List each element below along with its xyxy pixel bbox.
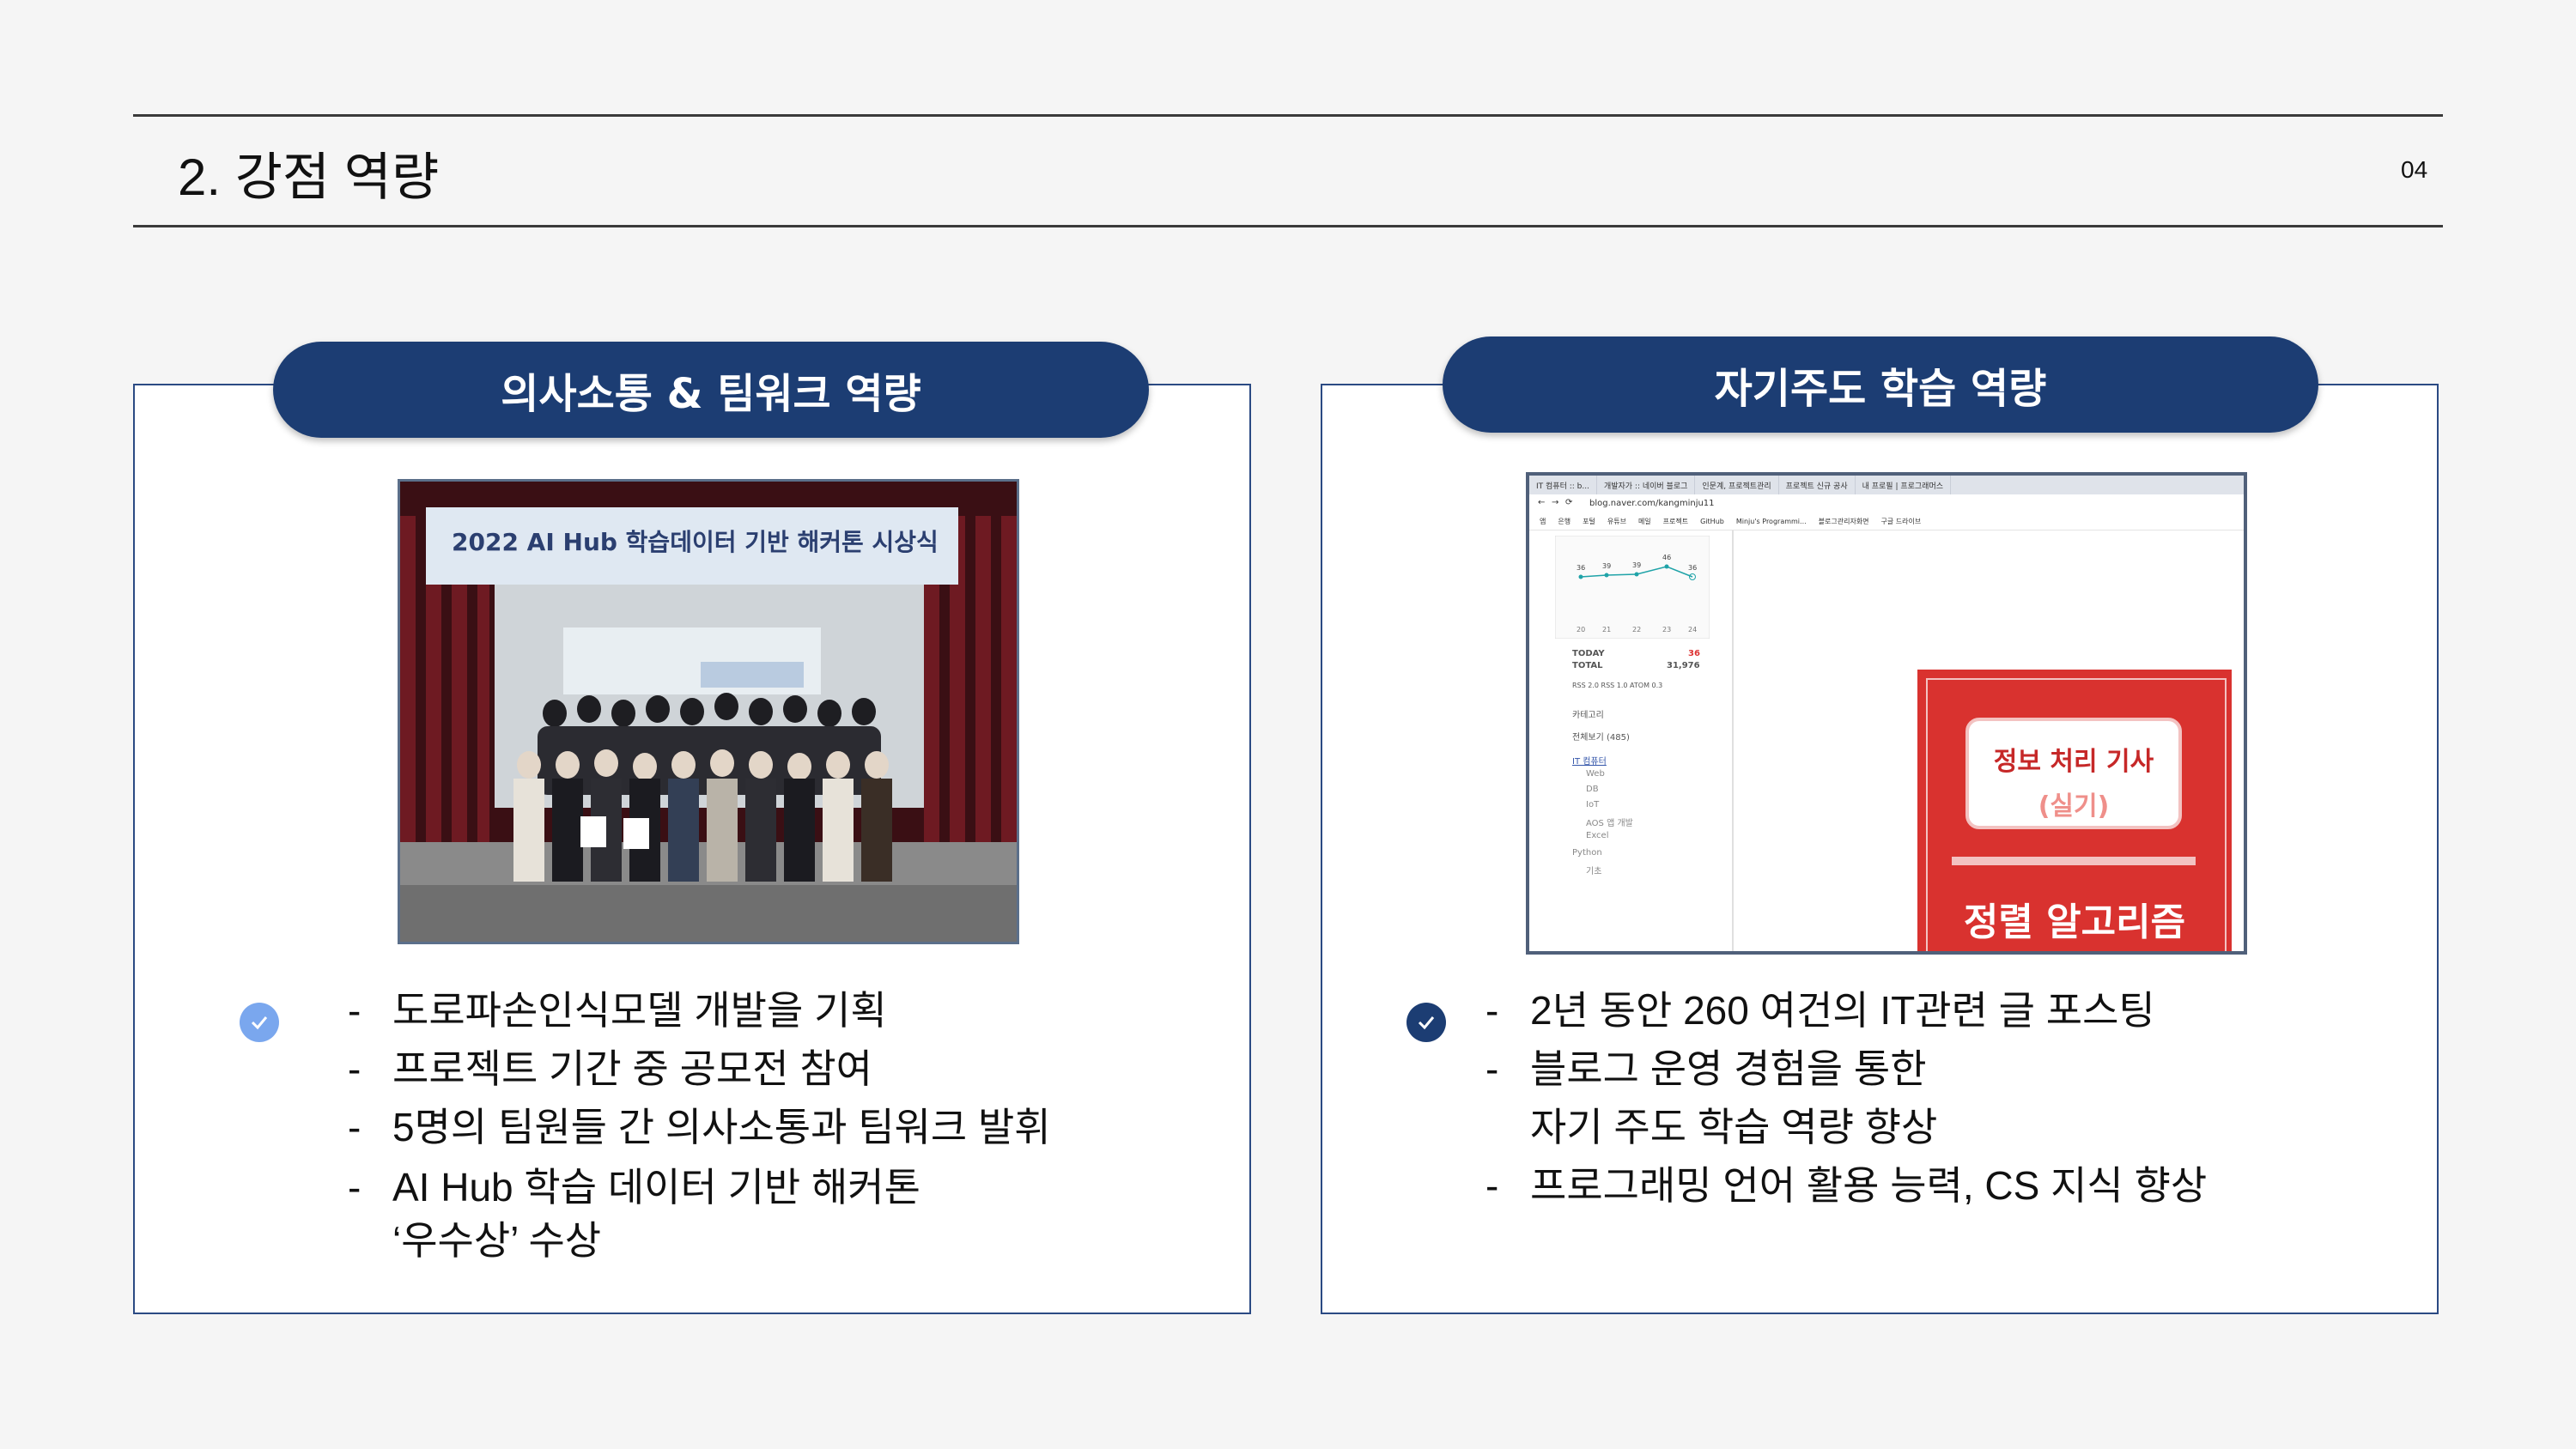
svg-text:36: 36 xyxy=(1577,564,1585,572)
svg-text:36: 36 xyxy=(1688,564,1697,572)
bookmark: GitHub xyxy=(1700,518,1724,525)
list-item: 5명의 팀원들 간 의사소통과 팀워크 발휘 xyxy=(348,1098,1051,1156)
svg-text:23: 23 xyxy=(1662,626,1671,634)
book-subtitle: (실기) xyxy=(2038,791,2110,822)
bookmark: 포털 xyxy=(1583,518,1595,525)
category-title: 카테고리 xyxy=(1572,711,1604,720)
bookmark: 블로그관리자화면 xyxy=(1818,518,1869,525)
header-bottom-rule xyxy=(133,225,2443,227)
list-item: 프로젝트 기간 중 공모전 참여 xyxy=(348,1040,1051,1098)
browser-tab: 프로젝트 신규 공사 xyxy=(1779,476,1856,494)
reload-icon: ⟳ xyxy=(1565,498,1573,507)
list-item: AI Hub 학습 데이터 기반 해커톤 ‘우수상’ 수상 xyxy=(348,1158,1051,1264)
visitor-graph: 36 39 39 46 36 20 21 22 23 24 xyxy=(1555,536,1710,639)
address-bar: ← → ⟳ blog.naver.com/kangminju11 xyxy=(1529,494,2244,514)
svg-text:20: 20 xyxy=(1577,626,1585,634)
category-item: DB xyxy=(1586,785,1599,794)
blog-sidebar: 36 39 39 46 36 20 21 22 23 24 TODAY 36 T… xyxy=(1529,530,1734,951)
svg-text:21: 21 xyxy=(1602,626,1611,634)
back-arrow-icon: ← xyxy=(1538,498,1546,507)
today-label: TODAY xyxy=(1572,649,1605,658)
top-rule xyxy=(133,114,2443,117)
right-bullet-list: 2년 동안 260 여건의 IT관련 글 포스팅 블로그 운영 경험을 통한 자… xyxy=(1485,981,2207,1215)
check-icon xyxy=(1406,1003,1446,1042)
svg-text:39: 39 xyxy=(1602,562,1611,570)
svg-text:39: 39 xyxy=(1632,561,1641,569)
bookmark: 프로젝트 xyxy=(1662,518,1689,525)
blog-screenshot: IT 컴퓨터 :: b... 개발자가 :: 네이버 블로그 인문계, 프로젝트… xyxy=(1526,472,2247,955)
total-value: 31,976 xyxy=(1667,661,1700,670)
list-item: 도로파손인식모델 개발을 기획 xyxy=(348,981,1051,1040)
list-item: 프로그래밍 언어 활용 능력, CS 지식 향상 xyxy=(1485,1156,2207,1215)
book-title: 정보 처리 기사 xyxy=(1993,747,2154,777)
check-icon xyxy=(240,1003,279,1042)
bookmark: Minju's Programmi... xyxy=(1735,518,1807,525)
total-label: TOTAL xyxy=(1572,661,1603,670)
bookmark: 메일 xyxy=(1637,518,1651,525)
bookmark: 구글 드라이브 xyxy=(1880,518,1922,525)
forward-arrow-icon: → xyxy=(1552,498,1559,507)
svg-text:24: 24 xyxy=(1688,626,1697,634)
category-item: AOS 앱 개발 xyxy=(1586,819,1633,828)
category-item: IoT xyxy=(1586,800,1600,809)
book-bottom-title: 정렬 알고리즘 xyxy=(1963,900,2186,944)
category-item: Python xyxy=(1572,848,1602,858)
today-value: 36 xyxy=(1688,649,1700,658)
self-learning-heading: 자기주도 학습 역량 xyxy=(1443,336,2318,433)
book-cover-image: 정보 처리 기사 (실기) 정렬 알고리즘 xyxy=(1917,670,2232,951)
group-photo-icon: 2022 AI Hub 학습데이터 기반 해커톤 시상식 xyxy=(400,482,1017,942)
award-ceremony-photo: 2022 AI Hub 학습데이터 기반 해커톤 시상식 xyxy=(398,479,1019,944)
browser-tab: IT 컴퓨터 :: b... xyxy=(1529,476,1597,494)
bookmark: 은행 xyxy=(1558,518,1571,525)
left-bullet-list: 도로파손인식모델 개발을 기획 프로젝트 기간 중 공모전 참여 5명의 팀원들… xyxy=(348,981,1051,1264)
bookmark: 유튜브 xyxy=(1607,518,1626,525)
page-title: 2. 강점 역량 xyxy=(178,149,440,206)
svg-text:22: 22 xyxy=(1632,626,1641,634)
rss-links: RSS 2.0 RSS 1.0 ATOM 0.3 xyxy=(1572,682,1663,689)
bookmarks-bar: 앱 은행 포털 유튜브 메일 프로젝트 GitHub Minju's Progr… xyxy=(1529,513,2244,530)
category-item: Excel xyxy=(1586,831,1609,840)
communication-heading: 의사소통 & 팀워크 역량 xyxy=(273,342,1149,438)
list-item: 2년 동안 260 여건의 IT관련 글 포스팅 xyxy=(1485,981,2207,1040)
page-number: 04 xyxy=(2401,156,2428,183)
bookmark: 앱 xyxy=(1540,518,1546,525)
browser-tab: 인문계, 프로젝트관리 xyxy=(1695,476,1779,494)
category-item: Web xyxy=(1586,769,1605,779)
category-item: 전체보기 (485) xyxy=(1572,733,1630,743)
browser-tab: 개발자가 :: 네이버 블로그 xyxy=(1597,476,1696,494)
url-text: blog.naver.com/kangminju11 xyxy=(1589,499,1715,508)
banner-text: 2022 AI Hub 학습데이터 기반 해커톤 시상식 xyxy=(452,528,939,556)
browser-tab: 내 프로필 | 프로그래머스 xyxy=(1856,476,1952,494)
browser-tabbar: IT 컴퓨터 :: b... 개발자가 :: 네이버 블로그 인문계, 프로젝트… xyxy=(1529,476,2244,494)
category-item: 기초 xyxy=(1586,867,1602,876)
svg-text:46: 46 xyxy=(1662,554,1671,561)
category-item: IT 컴퓨터 xyxy=(1572,757,1607,767)
list-item: 블로그 운영 경험을 통한 자기 주도 학습 역량 향상 xyxy=(1485,1040,2207,1156)
